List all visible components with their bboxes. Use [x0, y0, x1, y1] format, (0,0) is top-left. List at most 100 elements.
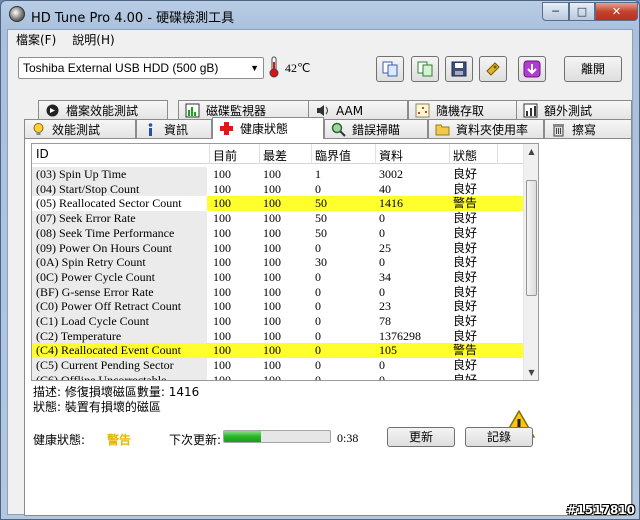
options-icon	[486, 62, 500, 76]
tab-random-access[interactable]: 隨機存取	[408, 100, 520, 120]
cell-id: (08) Seek Time Performance	[32, 225, 207, 241]
col-worst[interactable]: 最差	[263, 147, 287, 164]
table-row[interactable]: (BF) G-sense Error Rate 100 100 0 0 良好	[32, 284, 524, 300]
col-status[interactable]: 狀態	[453, 147, 477, 164]
col-threshold[interactable]: 臨界值	[315, 147, 351, 164]
cell-current: 100	[213, 269, 231, 284]
cell-current: 100	[213, 358, 231, 373]
cell-threshold: 50	[315, 196, 327, 211]
tab-label: AAM	[336, 103, 364, 118]
table-row[interactable]: (C5) Current Pending Sector 100 100 0 0 良好	[32, 358, 524, 374]
table-row[interactable]: (C0) Power Off Retract Count 100 100 0 23 良好	[32, 299, 524, 315]
table-row[interactable]: (C4) Reallocated Event Count 100 100 0 105 警告	[32, 343, 524, 359]
options-button[interactable]	[479, 56, 507, 82]
status-line: 狀態: 裝置有損壞的磁區	[33, 400, 161, 414]
cell-threshold: 0	[315, 314, 321, 328]
cell-threshold: 0	[315, 240, 321, 255]
cell-status: 良好	[453, 255, 478, 270]
cell-worst: 100	[263, 255, 281, 270]
table-row[interactable]: (03) Spin Up Time 100 100 1 3002 良好	[32, 167, 524, 182]
table-row[interactable]: (C1) Load Cycle Count 100 100 0 78 良好	[32, 314, 524, 329]
next-update-label: 下次更新:	[169, 433, 222, 447]
save-button[interactable]	[445, 56, 473, 82]
maximize-button[interactable]: □	[569, 2, 595, 21]
table-row[interactable]: (0C) Power Cycle Count 100 100 0 34 良好	[32, 269, 524, 285]
cell-data: 40	[379, 181, 391, 196]
cell-data: 1376298	[379, 328, 421, 343]
cell-threshold: 50	[315, 211, 327, 226]
log-button[interactable]: 記錄	[465, 427, 533, 447]
minimize-button[interactable]: ─	[542, 2, 569, 21]
table-row[interactable]: (07) Seek Error Rate 100 100 50 0 良好	[32, 211, 524, 227]
cell-threshold: 0	[315, 181, 321, 196]
cell-worst: 100	[263, 328, 281, 343]
close-button[interactable]: ✕	[595, 2, 638, 21]
cell-status: 良好	[453, 167, 478, 181]
cell-threshold: 0	[315, 269, 321, 284]
table-row[interactable]: (C2) Temperature 100 100 0 1376298 良好	[32, 328, 524, 344]
cell-worst: 100	[263, 181, 281, 196]
update-button[interactable]: 更新	[387, 427, 455, 447]
col-data[interactable]: 資料	[379, 147, 403, 164]
cell-status: 良好	[453, 211, 478, 226]
cell-worst: 100	[263, 167, 281, 181]
tab-benchmark[interactable]: 效能測試	[24, 119, 136, 139]
menu-bar: 檔案(F) 說明(H)	[8, 30, 632, 48]
tab-file-benchmark[interactable]: 檔案效能測試	[38, 100, 168, 120]
cell-status: 警告	[453, 196, 478, 211]
col-id[interactable]: ID	[36, 147, 49, 161]
table-row[interactable]: (08) Seek Time Performance 100 100 50 0 良好	[32, 225, 524, 241]
copy-info-button[interactable]	[376, 56, 404, 82]
table-row[interactable]: (0A) Spin Retry Count 100 100 30 0 良好	[32, 255, 524, 271]
smart-table: ID 目前 最差 臨界值 資料 狀態 (03) Spin Up Time 100 1…	[31, 143, 539, 381]
cell-data: 25	[379, 240, 391, 255]
tab-folder-usage[interactable]: 資料夾使用率	[428, 119, 544, 139]
cell-threshold: 0	[315, 299, 321, 314]
scroll-down-icon[interactable]: ▼	[524, 365, 538, 380]
update-progress-bar	[223, 430, 331, 443]
cell-status: 良好	[453, 358, 478, 373]
tab-error-scan[interactable]: 錯誤掃瞄	[324, 119, 428, 139]
description-line: 描述: 修復損壞磁區數量: 1416	[33, 385, 200, 399]
scroll-thumb[interactable]	[526, 180, 537, 296]
download-button[interactable]	[518, 56, 546, 82]
tab-label: 資訊	[164, 123, 189, 137]
cell-worst: 100	[263, 269, 281, 284]
benchmark-bulb-icon	[33, 123, 44, 135]
random-access-icon	[415, 103, 430, 118]
tab-health[interactable]: 健康狀態	[212, 117, 324, 139]
exit-button[interactable]: 離開	[564, 56, 622, 82]
cell-data: 3002	[379, 167, 403, 181]
cell-threshold: 30	[315, 255, 327, 270]
cell-current: 100	[213, 328, 231, 343]
tab-erase[interactable]: 擦寫	[544, 119, 632, 139]
cell-status: 良好	[453, 299, 478, 314]
cell-status: 警告	[453, 343, 478, 358]
cell-threshold: 0	[315, 328, 321, 343]
col-current[interactable]: 目前	[213, 147, 237, 164]
tab-label: 檔案效能測試	[66, 104, 139, 118]
table-row[interactable]: (09) Power On Hours Count 100 100 0 25 良好	[32, 240, 524, 256]
table-row[interactable]: (05) Reallocated Sector Count 100 100 50 141…	[32, 196, 524, 212]
drive-select[interactable]: Toshiba External USB HDD (500 gB) ▼	[18, 57, 264, 79]
tab-extra-tests[interactable]: 額外測試	[516, 100, 632, 120]
title-bar[interactable]: HD Tune Pro 4.00 - 硬碟檢測工具 ─ □ ✕	[1, 1, 639, 29]
copy-screenshot-button[interactable]	[411, 56, 439, 82]
cell-id: (09) Power On Hours Count	[32, 240, 207, 256]
table-scrollbar[interactable]: ▲ ▼	[523, 144, 538, 380]
table-row[interactable]: (04) Start/Stop Count 100 100 0 40 良好	[32, 181, 524, 197]
cell-worst: 100	[263, 196, 281, 211]
menu-file[interactable]: 檔案(F)	[8, 30, 64, 48]
menu-help[interactable]: 說明(H)	[64, 30, 122, 48]
cell-worst: 100	[263, 284, 281, 299]
cell-id: (C5) Current Pending Sector	[32, 358, 207, 374]
cell-threshold: 0	[315, 284, 321, 299]
cell-status: 良好	[453, 181, 478, 196]
tab-info[interactable]: 資訊	[136, 119, 212, 139]
chevron-down-icon: ▼	[250, 63, 259, 73]
table-row[interactable]: (C6) Offline Uncorrectable 100 100 0 0 良好	[32, 372, 524, 380]
cell-worst: 100	[263, 314, 281, 328]
hdtune-app-icon	[9, 6, 25, 22]
scroll-up-icon[interactable]: ▲	[524, 144, 538, 159]
cell-current: 100	[213, 314, 231, 328]
